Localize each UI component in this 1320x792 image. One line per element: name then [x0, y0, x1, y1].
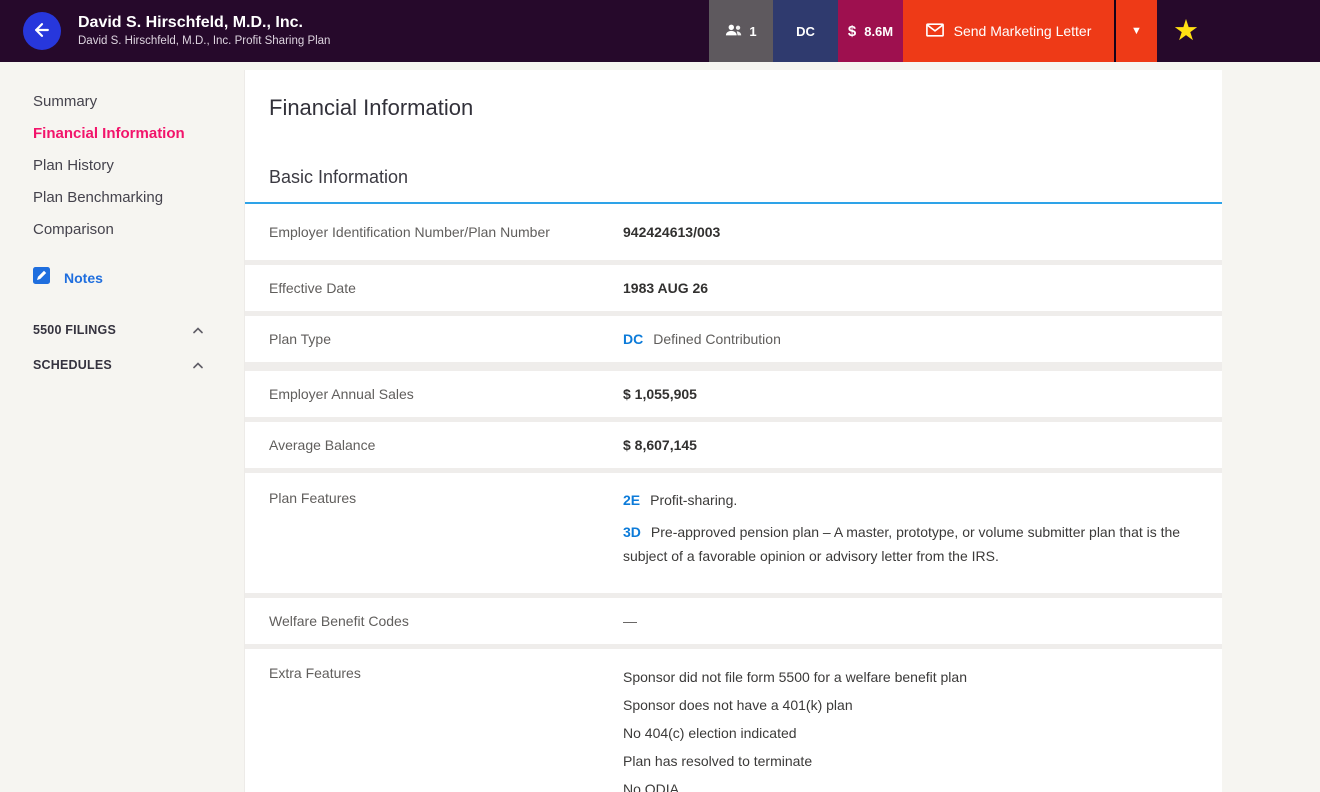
sidebar-section-schedules[interactable]: SCHEDULES — [33, 356, 203, 374]
row-value: 2E Profit-sharing. 3DPre-approved pension… — [623, 488, 1198, 568]
sidebar-item-plan-history[interactable]: Plan History — [33, 156, 244, 175]
row-welfare-benefit-codes: Welfare Benefit Codes — — [245, 598, 1222, 644]
row-value: $ 1,055,905 — [623, 384, 697, 404]
sidebar-item-summary[interactable]: Summary — [33, 92, 244, 111]
send-marketing-letter-label: Send Marketing Letter — [954, 23, 1092, 39]
dollar-sign: $ — [848, 23, 856, 40]
plan-type-text: Defined Contribution — [653, 331, 781, 347]
plan-type-badge: DC — [773, 0, 838, 62]
participant-count-value: 1 — [749, 24, 756, 39]
feature-text: Profit-sharing. — [650, 492, 737, 508]
sidebar-item-financial-information[interactable]: Financial Information — [33, 124, 244, 143]
row-label: Employer Identification Number/Plan Numb… — [269, 222, 623, 242]
extra-feature-item: Sponsor did not file form 5500 for a wel… — [623, 663, 967, 691]
page-title: Financial Information — [245, 70, 1222, 122]
main-content: Financial Information Basic Information … — [244, 62, 1320, 792]
extra-feature-item: No 404(c) election indicated — [623, 719, 967, 747]
sidebar-section-5500-filings[interactable]: 5500 FILINGS — [33, 321, 203, 339]
top-header: David S. Hirschfeld, M.D., Inc. David S.… — [0, 0, 1320, 62]
schedules-section-label: SCHEDULES — [33, 358, 112, 372]
plan-type-code: DC — [623, 331, 643, 347]
row-value: 1983 AUG 26 — [623, 278, 708, 298]
row-average-balance: Average Balance $ 8,607,145 — [245, 422, 1222, 468]
row-effective-date: Effective Date 1983 AUG 26 — [245, 265, 1222, 311]
row-value: 942424613/003 — [623, 222, 720, 242]
feature-code: 3D — [623, 524, 641, 540]
favorite-star-icon[interactable]: ★ — [1173, 17, 1199, 46]
company-title: David S. Hirschfeld, M.D., Inc. — [78, 13, 330, 33]
row-label: Plan Features — [269, 488, 623, 508]
row-value: — — [623, 611, 637, 631]
send-options-dropdown[interactable]: ▼ — [1116, 0, 1157, 62]
feature-text: Pre-approved pension plan – A master, pr… — [623, 524, 1180, 564]
back-button[interactable] — [23, 12, 61, 50]
extra-feature-item: No QDIA — [623, 775, 967, 792]
plan-assets-value: 8.6M — [864, 24, 893, 39]
plan-feature-item: 3DPre-approved pension plan – A master, … — [623, 520, 1198, 568]
section-title-basic-information: Basic Information — [245, 166, 1222, 204]
row-label: Plan Type — [269, 329, 623, 349]
feature-code: 2E — [623, 492, 640, 508]
header-spacer — [330, 0, 709, 62]
people-icon — [725, 23, 743, 40]
row-label: Employer Annual Sales — [269, 384, 623, 404]
chevron-up-icon — [193, 356, 203, 374]
row-plan-features: Plan Features 2E Profit-sharing. 3DPre-ap… — [245, 473, 1222, 593]
extra-feature-item: Sponsor does not have a 401(k) plan — [623, 691, 967, 719]
row-plan-type: Plan Type DC Defined Contribution — [245, 316, 1222, 362]
row-value: Sponsor did not file form 5500 for a wel… — [623, 663, 967, 792]
send-marketing-letter-button[interactable]: Send Marketing Letter — [903, 0, 1114, 62]
plan-feature-item: 2E Profit-sharing. — [623, 488, 1198, 512]
sidebar: Summary Financial Information Plan Histo… — [0, 62, 244, 792]
row-label: Extra Features — [269, 663, 623, 683]
pencil-icon — [33, 267, 50, 289]
row-label: Average Balance — [269, 435, 623, 455]
row-label: Effective Date — [269, 278, 623, 298]
plan-title-block: David S. Hirschfeld, M.D., Inc. David S.… — [78, 0, 330, 62]
sidebar-item-comparison[interactable]: Comparison — [33, 220, 244, 239]
row-extra-features: Extra Features Sponsor did not file form… — [245, 649, 1222, 792]
row-label: Welfare Benefit Codes — [269, 611, 623, 631]
row-employer-annual-sales: Employer Annual Sales $ 1,055,905 — [245, 371, 1222, 417]
row-value: DC Defined Contribution — [623, 329, 781, 349]
plan-assets-badge: $ 8.6M — [838, 0, 903, 62]
row-ein-plan-number: Employer Identification Number/Plan Numb… — [245, 204, 1222, 260]
plan-type-value: DC — [796, 24, 815, 39]
envelope-icon — [926, 23, 944, 40]
row-value: $ 8,607,145 — [623, 435, 697, 455]
chevron-down-icon: ▼ — [1131, 25, 1142, 37]
extra-feature-item: Plan has resolved to terminate — [623, 747, 967, 775]
filings-section-label: 5500 FILINGS — [33, 323, 116, 337]
participant-count-badge: 1 — [709, 0, 773, 62]
plan-subtitle: David S. Hirschfeld, M.D., Inc. Profit S… — [78, 33, 330, 49]
favorite-zone: ★ — [1157, 0, 1320, 62]
financial-information-panel: Financial Information Basic Information … — [244, 70, 1222, 792]
page-body: Summary Financial Information Plan Histo… — [0, 62, 1320, 792]
arrow-left-icon — [32, 20, 52, 43]
sidebar-item-plan-benchmarking[interactable]: Plan Benchmarking — [33, 188, 244, 207]
chevron-up-icon — [193, 321, 203, 339]
info-rows: Employer Identification Number/Plan Numb… — [245, 204, 1222, 792]
notes-label: Notes — [64, 270, 103, 286]
sidebar-item-notes[interactable]: Notes — [33, 267, 244, 289]
